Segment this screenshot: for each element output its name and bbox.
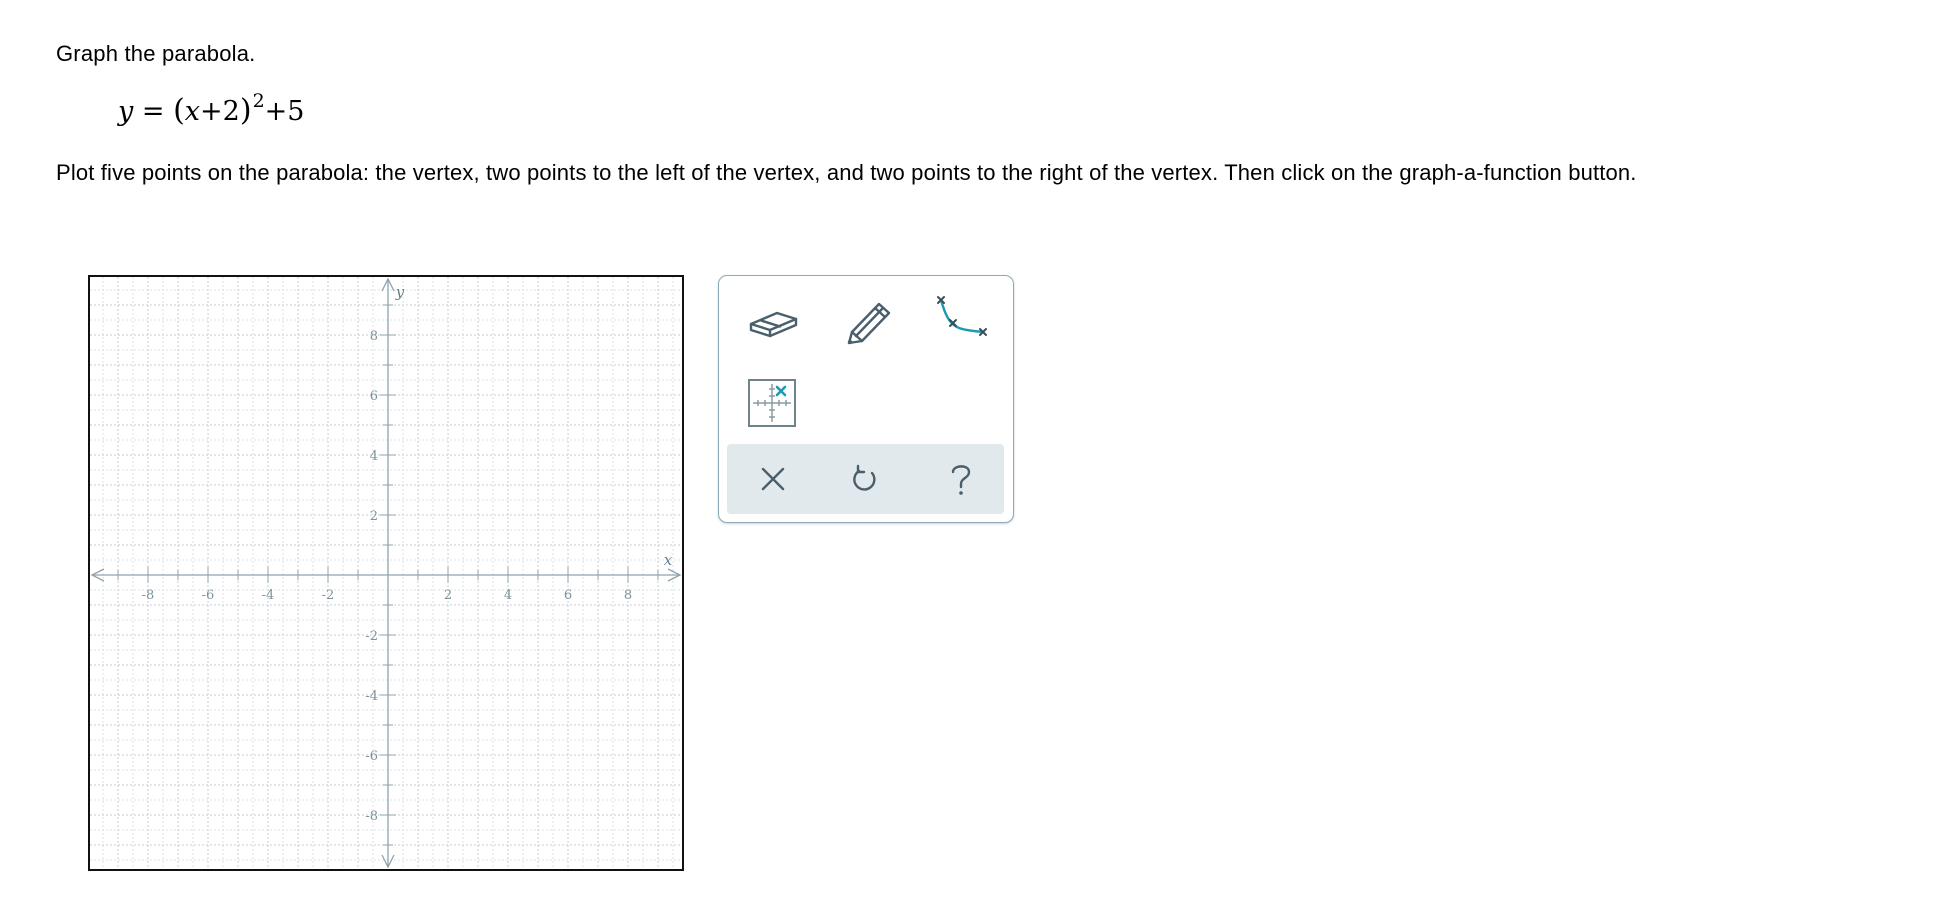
equation-two: 2 <box>222 96 240 127</box>
equation-plus: + <box>200 96 223 127</box>
y-tick-label: -2 <box>365 629 378 644</box>
undo-icon <box>853 464 876 491</box>
action-bar <box>727 444 1004 514</box>
undo-button[interactable] <box>839 453 891 505</box>
x-tick-label: 8 <box>624 588 632 603</box>
equation-exponent: 2 <box>252 90 265 112</box>
eraser-icon <box>749 311 798 338</box>
equation-close-paren: ) <box>239 93 252 128</box>
equation-constant: 5 <box>287 96 305 127</box>
equation-x: x <box>184 96 201 127</box>
graph-function-tool[interactable] <box>933 290 993 346</box>
pencil-icon <box>847 302 891 345</box>
grid <box>90 277 682 869</box>
tick-labels: -8 -6 -4 -2 2 4 6 8 8 6 4 2 -2 -4 -6 -8 <box>142 329 632 824</box>
grid-point-icon <box>748 379 796 427</box>
x-tick-label: -8 <box>142 588 155 603</box>
equation-y: y <box>118 96 134 127</box>
equation: y = (x+2)2+5 <box>118 92 305 128</box>
graph-toolbar <box>718 275 1014 523</box>
y-tick-label: -4 <box>365 689 378 704</box>
y-tick-label: 4 <box>370 449 378 464</box>
y-tick-label: 2 <box>370 509 378 524</box>
equation-plus-constant: + <box>264 96 288 127</box>
curve-through-points-icon <box>937 296 987 336</box>
help-button[interactable] <box>935 453 987 505</box>
x-tick-label: -4 <box>262 588 275 603</box>
x-tick-label: 4 <box>504 588 512 603</box>
axes <box>90 277 682 869</box>
eraser-tool[interactable] <box>743 292 803 348</box>
clear-button[interactable] <box>747 453 799 505</box>
question-icon <box>951 465 971 495</box>
point-grid-tool[interactable] <box>745 376 805 432</box>
pencil-tool[interactable] <box>841 292 901 348</box>
y-tick-label: -8 <box>365 809 378 824</box>
close-icon <box>761 467 785 491</box>
question-title: Graph the parabola. <box>56 41 256 66</box>
y-tick-label: 6 <box>370 389 378 404</box>
instructions: Plot five points on the parabola: the ve… <box>56 160 1637 185</box>
x-tick-label: -6 <box>202 588 215 603</box>
x-axis-label: x <box>664 551 673 569</box>
coordinate-plane[interactable]: -8 -6 -4 -2 2 4 6 8 8 6 4 2 -2 -4 -6 -8 x y <box>90 277 682 869</box>
equation-equals: = <box>141 96 165 127</box>
graph-area[interactable]: -8 -6 -4 -2 2 4 6 8 8 6 4 2 -2 -4 -6 -8 x y <box>88 275 684 871</box>
equation-open-paren: ( <box>173 93 185 128</box>
y-tick-label: -6 <box>365 749 378 764</box>
y-tick-label: 8 <box>370 329 378 344</box>
x-tick-label: -2 <box>322 588 335 603</box>
x-tick-label: 6 <box>564 588 572 603</box>
x-tick-label: 2 <box>444 588 452 603</box>
y-axis-label: y <box>395 283 405 301</box>
